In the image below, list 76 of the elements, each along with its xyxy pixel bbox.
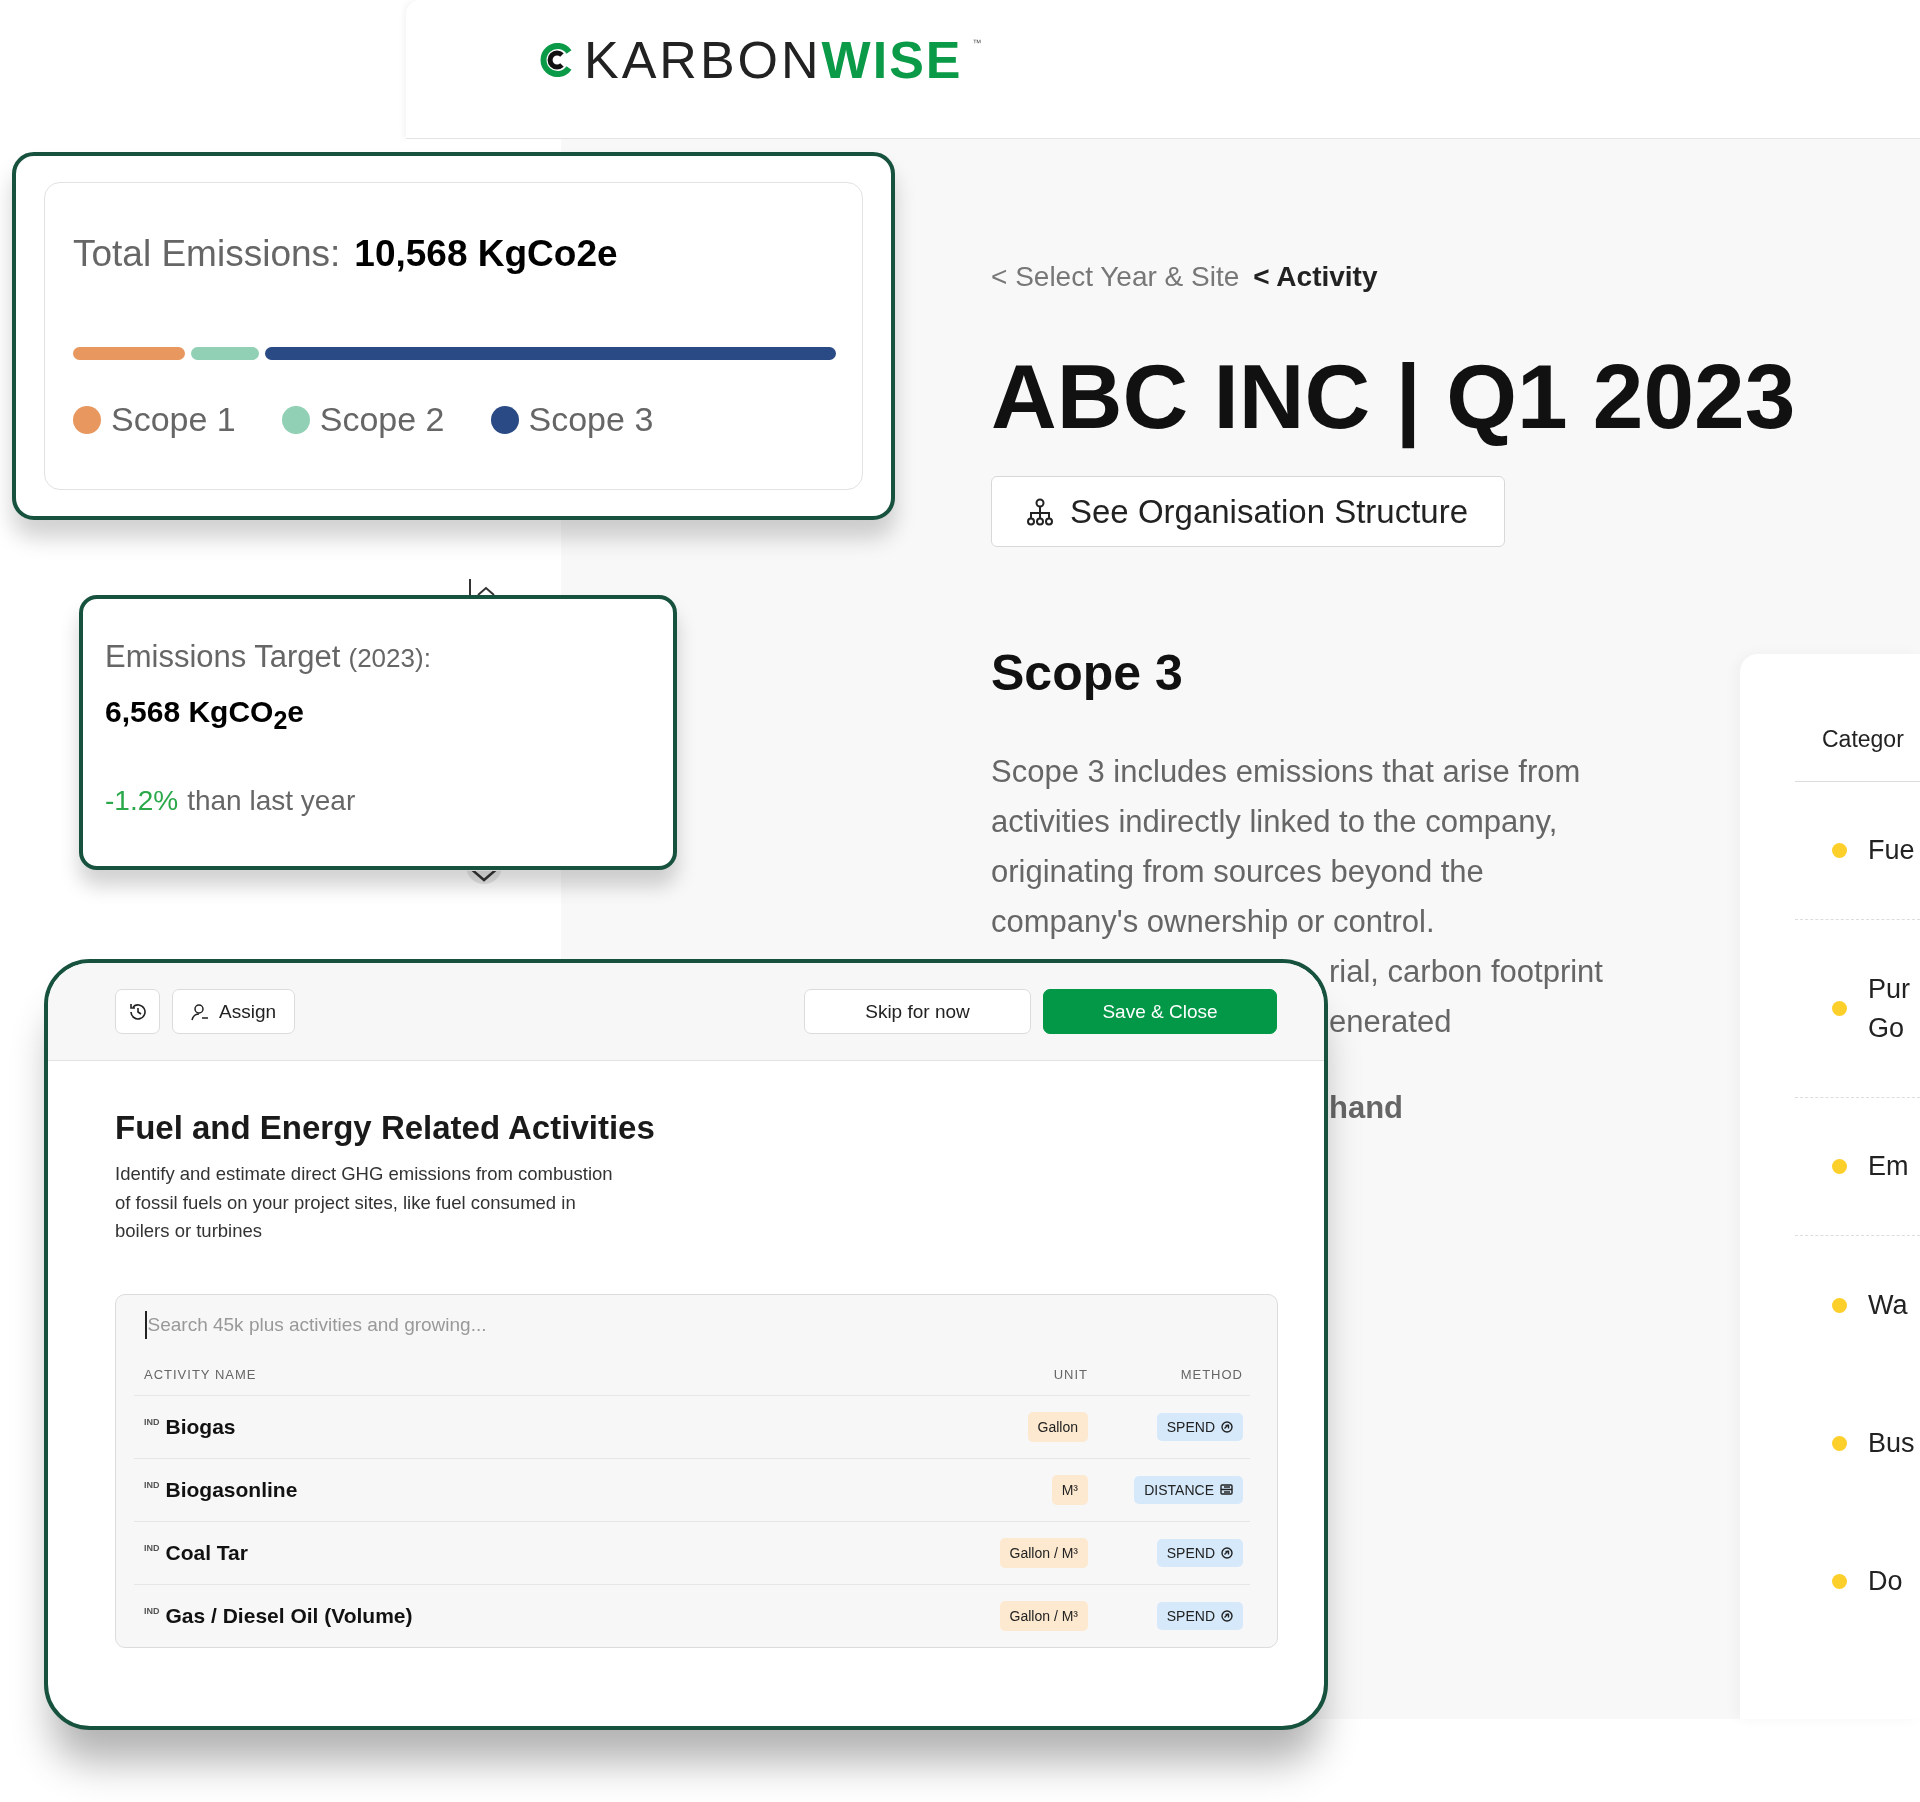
scope-description: Scope 3 includes emissions that arise from activities indirectly linked to the company, originating from sources beyond the company's ownership or control. (991, 753, 1582, 941)
category-row[interactable]: Pur Go (1795, 920, 1920, 1098)
trademark-sign: ™ (972, 38, 982, 48)
method-badge: DISTANCE (1134, 1475, 1243, 1504)
description-text: hand (1329, 1089, 1405, 1127)
search-field[interactable]: Search 45k plus activities and growing... (146, 1313, 1250, 1336)
list-icon (1220, 1484, 1233, 1495)
target-label: Emissions Target (105, 639, 341, 675)
column-header: ACTIVITY NAME (144, 1367, 257, 1382)
method-badge: SPEND (1156, 1601, 1243, 1630)
region-tag: IND (144, 1542, 160, 1553)
history-button[interactable] (115, 989, 160, 1034)
coin-icon (1221, 1546, 1233, 1559)
category-label[interactable]: Bus (1868, 1423, 1915, 1463)
region-tag: IND (144, 1605, 160, 1616)
modal-title: Fuel and Energy Related Activities (115, 1108, 656, 1148)
change-text: than last year (187, 785, 356, 817)
total-label: Total Emissions: (73, 233, 341, 275)
category-label[interactable]: Pur Go (1868, 969, 1911, 1048)
org-structure-button[interactable]: See Organisation Structure (991, 476, 1506, 547)
save-button[interactable]: Save & Close (1043, 989, 1277, 1034)
skip-button[interactable]: Skip for now (804, 989, 1031, 1034)
status-dot (1832, 1573, 1847, 1589)
legend-label: Scope 3 (528, 400, 654, 439)
category-label[interactable]: Em (1868, 1147, 1909, 1186)
legend-label: Scope 1 (111, 400, 236, 439)
column-header: UNIT (1053, 1367, 1088, 1382)
status-dot (1832, 1001, 1847, 1016)
activity-name[interactable]: Gas / Diesel Oil (Volume) (165, 1603, 413, 1628)
modal-description: Identify and estimate direct GHG emissions from combustion of fossil fuels on your project sites, like fuel consumed in boilers or turbines (115, 1162, 614, 1243)
method-badge: SPEND (1156, 1412, 1243, 1441)
breadcrumb-link[interactable]: < Activity (1253, 261, 1378, 293)
change-value: -1.2% (105, 785, 179, 817)
total-value: 10,568 KgCo2e (354, 233, 618, 275)
status-dot (1832, 1297, 1847, 1313)
person-icon (191, 1002, 209, 1021)
text-cursor (145, 1310, 147, 1339)
page-title: ABC INC | Q1 2023 (991, 345, 1796, 449)
category-label[interactable]: Wa (1868, 1285, 1908, 1325)
category-label[interactable]: Do (1868, 1561, 1903, 1601)
coin-icon (1221, 1420, 1233, 1433)
org-chart-icon (1026, 497, 1054, 526)
description-text: rial, carbon footprint (1329, 953, 1604, 991)
activity-name[interactable]: Biogasonline (165, 1477, 298, 1502)
column-header: Categor (1795, 654, 1920, 782)
logo-icon (540, 43, 574, 77)
category-label[interactable]: Fue (1868, 831, 1915, 870)
activity-name[interactable]: Coal Tar (165, 1540, 248, 1565)
unit-badge: Gallon (1027, 1411, 1088, 1442)
category-row[interactable]: Bus (1795, 1374, 1920, 1512)
legend-label: Scope 2 (319, 400, 445, 439)
activity-name[interactable]: Biogas (165, 1414, 236, 1439)
status-dot (1832, 1435, 1847, 1451)
breadcrumb-link[interactable]: < Select Year & Site (991, 261, 1240, 293)
logo-text: KARBON (584, 30, 822, 90)
column-header: METHOD (1180, 1367, 1243, 1382)
category-row[interactable]: Do (1795, 1512, 1920, 1650)
assign-button[interactable]: Assign (172, 989, 296, 1034)
unit-badge: Gallon / M³ (999, 1537, 1088, 1568)
history-icon (127, 1001, 148, 1022)
status-dot (1832, 1159, 1847, 1174)
category-row[interactable]: Em (1795, 1098, 1920, 1236)
region-tag: IND (144, 1416, 160, 1427)
target-value: 6,568 KgCO$_{2}$e (105, 695, 305, 735)
description-text: enerated (1329, 1003, 1453, 1041)
target-year: (2023): (348, 643, 431, 674)
region-tag: IND (144, 1479, 160, 1490)
category-row[interactable]: Wa (1795, 1236, 1920, 1374)
unit-badge: M³ (1051, 1474, 1088, 1505)
category-row[interactable]: Fue (1795, 782, 1920, 920)
status-dot (1832, 843, 1847, 858)
coin-icon (1221, 1609, 1233, 1622)
unit-badge: Gallon / M³ (999, 1600, 1088, 1631)
section-heading: Scope 3 (991, 644, 1184, 703)
method-badge: SPEND (1156, 1538, 1243, 1567)
logo-text: WISE (821, 30, 963, 90)
